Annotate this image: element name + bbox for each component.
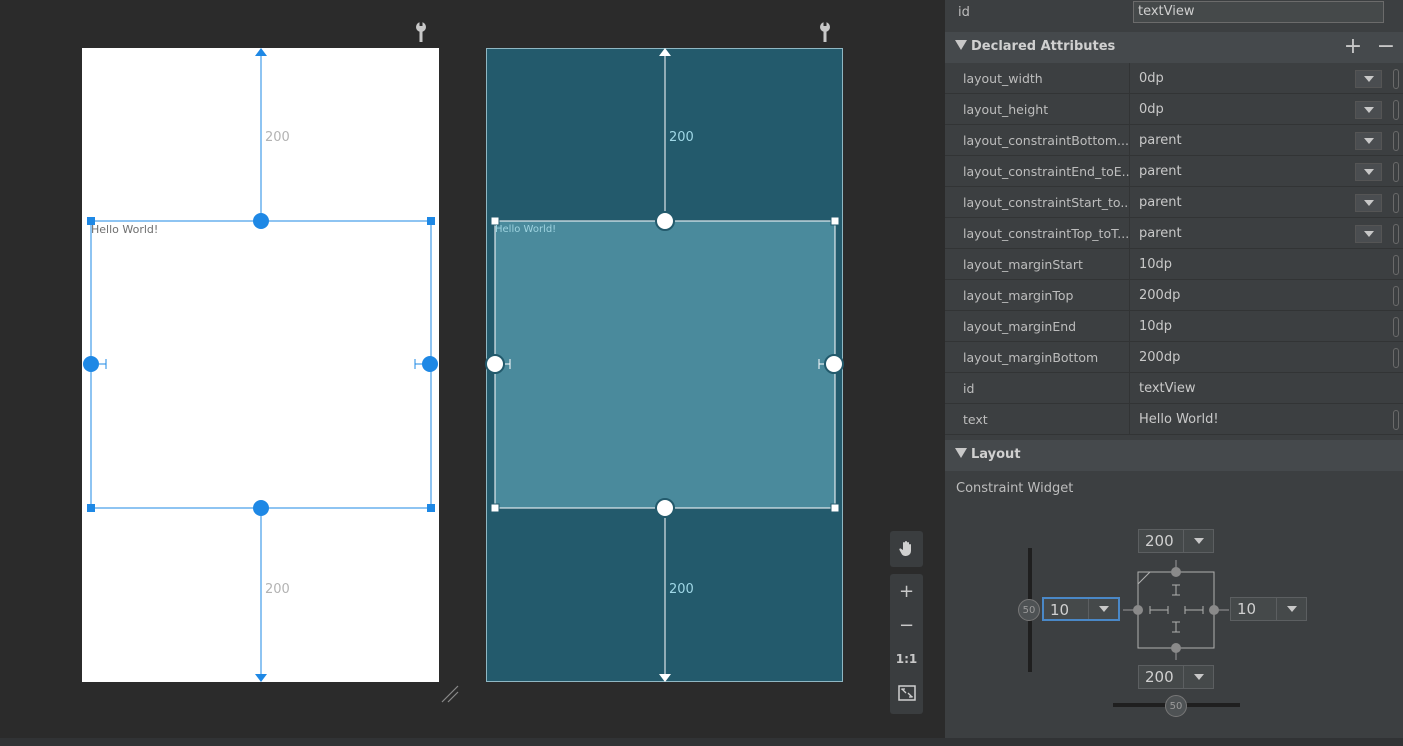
blueprint-textview-text[interactable]: Hello World! — [495, 224, 556, 235]
design-margin-top-label: 200 — [265, 130, 290, 145]
resource-picker-button[interactable] — [1393, 286, 1399, 306]
attribute-value[interactable]: 0dp — [1139, 71, 1164, 86]
attribute-value[interactable]: Hello World! — [1139, 412, 1219, 427]
zoom-toolbar: + − 1:1 — [890, 574, 923, 714]
attribute-value[interactable]: 200dp — [1139, 350, 1180, 365]
zoom-in-button[interactable]: + — [890, 574, 923, 608]
margin-bottom-input[interactable]: 200 — [1138, 665, 1214, 689]
attribute-name: layout_marginStart — [963, 257, 1083, 272]
margin-end-value: 10 — [1237, 600, 1257, 618]
resource-picker-button[interactable] — [1393, 100, 1399, 120]
attribute-row[interactable]: id textView — [945, 373, 1403, 404]
attribute-name: layout_marginBottom — [963, 350, 1099, 365]
attribute-row[interactable]: layout_marginStart 10dp — [945, 249, 1403, 280]
blueprint-margin-bottom-label: 200 — [669, 582, 694, 597]
design-margin-bottom-label: 200 — [265, 582, 290, 597]
id-row: id textView — [945, 0, 1403, 31]
collapse-triangle-icon[interactable] — [955, 40, 967, 50]
zoom-to-fit-icon[interactable] — [890, 676, 923, 710]
attribute-row[interactable]: layout_marginTop 200dp — [945, 280, 1403, 311]
remove-attribute-button[interactable]: − — [1376, 34, 1396, 59]
dropdown-caret-icon[interactable] — [1355, 101, 1382, 119]
margin-bottom-value: 200 — [1145, 668, 1174, 686]
id-label: id — [958, 5, 970, 20]
attribute-row[interactable]: layout_width 0dp — [945, 63, 1403, 94]
margin-start-value: 10 — [1050, 601, 1070, 619]
dropdown-caret-icon[interactable] — [1276, 598, 1306, 620]
margin-end-input[interactable]: 10 — [1230, 597, 1307, 621]
dropdown-caret-icon[interactable] — [1355, 132, 1382, 150]
margin-start-input[interactable]: 10 — [1042, 597, 1120, 621]
declared-attributes-header[interactable]: Declared Attributes + − — [945, 32, 1403, 63]
attribute-name: id — [963, 381, 975, 396]
attribute-value[interactable]: parent — [1139, 195, 1182, 210]
constraint-widget-graphic — [1028, 548, 1240, 707]
constraint-overlay — [83, 48, 844, 682]
attribute-name: layout_marginTop — [963, 288, 1074, 303]
attribute-name: layout_marginEnd — [963, 319, 1077, 334]
attribute-name: text — [963, 412, 988, 427]
dropdown-caret-icon[interactable] — [1183, 530, 1213, 552]
resource-picker-button[interactable] — [1393, 255, 1399, 275]
margin-top-value: 200 — [1145, 532, 1174, 550]
attribute-name: layout_constraintStart_to... — [963, 195, 1129, 210]
resource-picker-button[interactable] — [1393, 317, 1399, 337]
dropdown-caret-icon[interactable] — [1355, 225, 1382, 243]
attribute-row[interactable]: layout_marginBottom 200dp — [945, 342, 1403, 373]
attribute-row[interactable]: text Hello World! — [945, 404, 1403, 435]
resource-picker-button[interactable] — [1393, 193, 1399, 213]
layout-section-title: Layout — [971, 447, 1021, 462]
attribute-row[interactable]: layout_marginEnd 10dp — [945, 311, 1403, 342]
blueprint-margin-top-label: 200 — [669, 130, 694, 145]
dropdown-caret-icon[interactable] — [1355, 194, 1382, 212]
zoom-out-button[interactable]: − — [890, 608, 923, 642]
attribute-name: layout_height — [963, 102, 1049, 117]
attribute-value[interactable]: textView — [1139, 381, 1196, 396]
resource-picker-button[interactable] — [1393, 69, 1399, 89]
resource-picker-button[interactable] — [1393, 131, 1399, 151]
attributes-table: layout_width 0dp layout_height 0dp layou… — [945, 63, 1403, 435]
resource-picker-button[interactable] — [1393, 224, 1399, 244]
collapse-triangle-icon[interactable] — [955, 448, 967, 458]
attribute-name: layout_constraintBottom... — [963, 133, 1129, 148]
margin-top-input[interactable]: 200 — [1138, 529, 1214, 553]
attribute-value[interactable]: 0dp — [1139, 102, 1164, 117]
pan-toolbar — [890, 531, 923, 567]
horizontal-bias-knob[interactable]: 50 — [1165, 695, 1187, 717]
dropdown-caret-icon[interactable] — [1088, 599, 1118, 619]
attribute-value[interactable]: 200dp — [1139, 288, 1180, 303]
dropdown-caret-icon[interactable] — [1355, 163, 1382, 181]
attribute-name: layout_constraintTop_toT... — [963, 226, 1129, 241]
attribute-row[interactable]: layout_height 0dp — [945, 94, 1403, 125]
attribute-row[interactable]: layout_constraintBottom... parent — [945, 125, 1403, 156]
constraint-widget-label: Constraint Widget — [956, 481, 1074, 496]
status-strip — [0, 738, 1403, 746]
resource-picker-button[interactable] — [1393, 348, 1399, 368]
attributes-panel: id textView Declared Attributes + − layo… — [945, 0, 1403, 746]
declared-attributes-title: Declared Attributes — [971, 39, 1116, 54]
attribute-value[interactable]: parent — [1139, 226, 1182, 241]
layout-section-header[interactable]: Layout — [945, 440, 1403, 471]
attribute-name: layout_constraintEnd_toE... — [963, 164, 1129, 179]
resource-picker-button[interactable] — [1393, 410, 1399, 430]
dropdown-caret-icon[interactable] — [1183, 666, 1213, 688]
attribute-value[interactable]: parent — [1139, 133, 1182, 148]
attribute-row[interactable]: layout_constraintTop_toT... parent — [945, 218, 1403, 249]
attribute-name: layout_width — [963, 71, 1043, 86]
design-textview-text[interactable]: Hello World! — [91, 223, 158, 236]
vertical-bias-knob[interactable]: 50 — [1018, 599, 1040, 621]
attribute-value[interactable]: 10dp — [1139, 319, 1172, 334]
resource-picker-button[interactable] — [1393, 162, 1399, 182]
add-attribute-button[interactable]: + — [1343, 34, 1363, 59]
attribute-row[interactable]: layout_constraintEnd_toE... parent — [945, 156, 1403, 187]
dropdown-caret-icon[interactable] — [1355, 70, 1382, 88]
zoom-actual-size-button[interactable]: 1:1 — [890, 642, 923, 676]
attribute-value[interactable]: 10dp — [1139, 257, 1172, 272]
attribute-value[interactable]: parent — [1139, 164, 1182, 179]
attribute-row[interactable]: layout_constraintStart_to... parent — [945, 187, 1403, 218]
pan-hand-icon[interactable] — [890, 531, 923, 565]
id-input[interactable]: textView — [1133, 1, 1384, 23]
design-canvas[interactable]: Hello World! Hello World! 200 200 200 20… — [0, 0, 945, 746]
